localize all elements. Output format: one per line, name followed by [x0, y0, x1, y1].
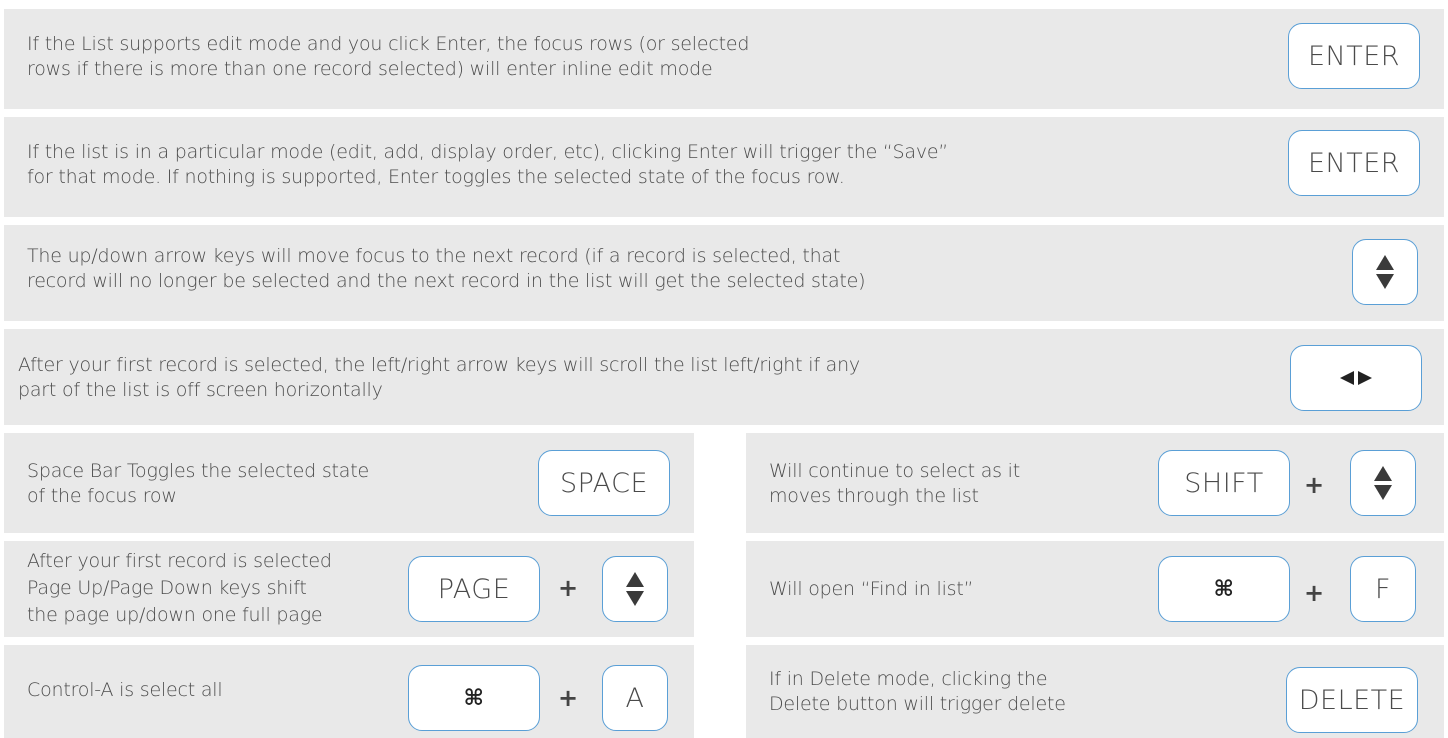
- plus-sign: +: [558, 684, 579, 712]
- cell-description: After your first record is selected Page…: [27, 548, 332, 629]
- delete-key: DELETE: [1286, 667, 1418, 733]
- shortcut-cell-page: After your first record is selected Page…: [4, 541, 694, 637]
- cell-description-line: Page Up/Page Down keys shift: [27, 577, 307, 599]
- row-description: If the List supports edit mode and you c…: [27, 32, 749, 82]
- shortcut-row-left-right: After your first record is selected, the…: [4, 329, 1444, 425]
- shortcut-cell-delete: If in Delete mode, clicking the Delete b…: [746, 645, 1444, 738]
- space-key: SPACE: [538, 450, 670, 516]
- left-right-arrows-key: [1290, 345, 1422, 411]
- row-description-line: part of the list is off screen horizonta…: [18, 379, 383, 401]
- shortcut-cell-space: Space Bar Toggles the selected state of …: [4, 433, 694, 533]
- row-description-line: The up/down arrow keys will move focus t…: [27, 245, 841, 267]
- cell-description-line: Control-A is select all: [27, 679, 223, 701]
- row-description-line: After your first record is selected, the…: [18, 354, 860, 376]
- cell-description-line: moves through the list: [769, 485, 979, 507]
- cell-description-line: Space Bar Toggles the selected state: [27, 460, 369, 482]
- cell-description-line: the page up/down one full page: [27, 604, 323, 626]
- cell-description-line: Delete button will trigger delete: [769, 693, 1066, 715]
- row-description-line: for that mode. If nothing is supported, …: [27, 166, 845, 188]
- enter-key: ENTER: [1288, 23, 1420, 89]
- left-right-arrows-icon: [1340, 371, 1372, 385]
- up-down-arrows-key: [602, 556, 668, 622]
- shortcut-row-enter-save: If the list is in a particular mode (edi…: [4, 117, 1444, 217]
- up-down-arrows-icon: [626, 572, 644, 606]
- up-down-arrows-key: [1350, 450, 1416, 516]
- cell-description: Will continue to select as it moves thro…: [769, 459, 1020, 509]
- shortcut-cell-control-a: Control-A is select all ⌘ + A: [4, 645, 694, 738]
- up-down-arrows-icon: [1376, 255, 1394, 289]
- shortcut-cell-shift: Will continue to select as it moves thro…: [746, 433, 1444, 533]
- up-down-arrows-icon: [1374, 466, 1392, 500]
- up-down-arrows-key: [1352, 239, 1418, 305]
- cell-description: Space Bar Toggles the selected state of …: [27, 459, 369, 509]
- shortcut-row-enter-edit: If the List supports edit mode and you c…: [4, 9, 1444, 109]
- cell-description-line: of the focus row: [27, 485, 177, 507]
- cell-description: Control-A is select all: [27, 678, 223, 703]
- row-description: After your first record is selected, the…: [18, 353, 860, 403]
- cell-description: If in Delete mode, clicking the Delete b…: [769, 667, 1066, 717]
- shortcut-row-up-down: The up/down arrow keys will move focus t…: [4, 225, 1444, 321]
- cell-description-line: Will continue to select as it: [769, 460, 1021, 482]
- cell-description-line: After your first record is selected: [27, 550, 332, 572]
- row-description: The up/down arrow keys will move focus t…: [27, 244, 866, 294]
- row-description-line: record will no longer be selected and th…: [27, 270, 866, 292]
- row-description-line: If the List supports edit mode and you c…: [27, 33, 750, 55]
- cell-description: Will open “Find in list”: [769, 577, 973, 602]
- a-key: A: [602, 665, 668, 731]
- f-key: F: [1350, 556, 1416, 622]
- plus-sign: +: [1304, 579, 1325, 607]
- plus-sign: +: [558, 574, 579, 602]
- cell-description-line: If in Delete mode, clicking the: [769, 668, 1048, 690]
- cell-description-line: Will open “Find in list”: [769, 578, 974, 600]
- enter-key: ENTER: [1288, 130, 1420, 196]
- plus-sign: +: [1304, 471, 1325, 499]
- row-description-line: If the list is in a particular mode (edi…: [27, 141, 949, 163]
- page-key: PAGE: [408, 556, 540, 622]
- command-key: ⌘: [1158, 556, 1290, 622]
- shift-key: SHIFT: [1158, 450, 1290, 516]
- row-description-line: rows if there is more than one record se…: [27, 58, 713, 80]
- command-key: ⌘: [408, 665, 540, 731]
- row-description: If the list is in a particular mode (edi…: [27, 140, 948, 190]
- shortcut-cell-find: Will open “Find in list” ⌘ + F: [746, 541, 1444, 637]
